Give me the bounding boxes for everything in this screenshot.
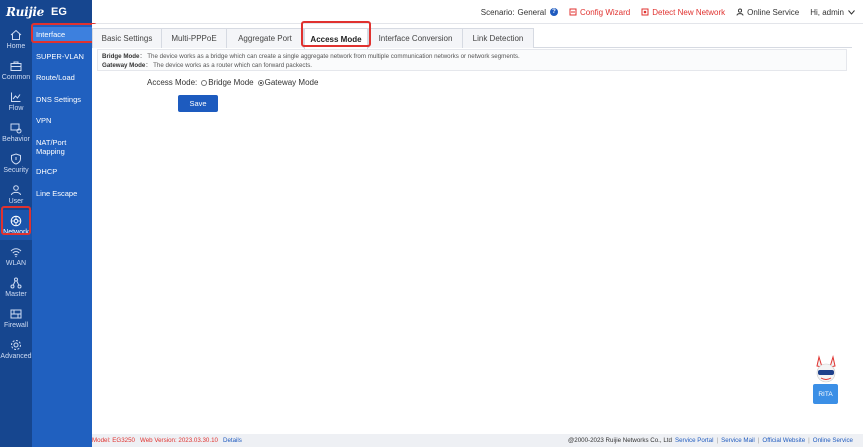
- tab-link-detection[interactable]: Link Detection: [462, 28, 534, 48]
- user-greeting: Hi, admin: [810, 7, 844, 17]
- rail-item-behavior[interactable]: Behavior: [0, 117, 32, 147]
- footer-links: @2000-2023 Ruijie Networks Co., Ltd Serv…: [567, 437, 853, 444]
- detect-network-link[interactable]: Detect New Network: [641, 8, 725, 17]
- rail-label: Advanced: [0, 352, 32, 360]
- model-info: Model: EG3250: [92, 437, 135, 444]
- tab-basic-settings[interactable]: Basic Settings: [92, 28, 162, 48]
- gateway-mode-title: Gateway Mode: [102, 62, 146, 69]
- main-panel: Basic Settings Multi-PPPoE Aggregate Por…: [92, 24, 863, 434]
- access-mode-label: Access Mode:: [147, 78, 198, 87]
- wizard-icon: [569, 8, 577, 16]
- web-version: Web Version: 2023.03.30.10: [140, 437, 218, 444]
- gateway-mode-text: The device works as a router which can f…: [153, 62, 313, 69]
- access-mode-row: Access Mode: Bridge Mode Gateway Mode: [147, 78, 318, 87]
- online-service-label: Online Service: [747, 7, 800, 17]
- config-wizard-link[interactable]: Config Wizard: [569, 8, 630, 17]
- online-service-link[interactable]: Online Service: [736, 8, 799, 17]
- interface-highlight-box: [31, 23, 97, 43]
- person-icon: [736, 8, 744, 16]
- save-button[interactable]: Save: [178, 95, 218, 112]
- home-icon: [10, 29, 22, 40]
- behavior-icon: [10, 123, 22, 133]
- scenario-label: Scenario:: [480, 7, 515, 17]
- rail-item-advanced[interactable]: Advanced: [0, 334, 32, 364]
- rail-item-home[interactable]: Home: [0, 24, 32, 54]
- submenu-item-route-load[interactable]: Route/Load: [32, 73, 92, 82]
- tab-interface-conversion[interactable]: Interface Conversion: [368, 28, 463, 48]
- rail-label: Home: [6, 42, 26, 50]
- submenu-item-super-vlan[interactable]: SUPER-VLAN: [32, 52, 92, 61]
- submenu-item-nat-port-mapping[interactable]: NAT/Port Mapping: [32, 138, 76, 156]
- official-website-link[interactable]: Official Website: [762, 437, 805, 444]
- tab-aggregate-port[interactable]: Aggregate Port: [226, 28, 304, 48]
- gear-icon: [11, 339, 21, 350]
- bridge-mode-title: Bridge Mode: [102, 53, 140, 60]
- gateway-mode-option[interactable]: Gateway Mode: [265, 78, 319, 87]
- rail-label: User: [8, 197, 24, 205]
- brand-logo: Ruijie: [6, 5, 44, 19]
- bridge-mode-text: The device works as a bridge which can c…: [147, 53, 520, 60]
- gateway-mode-radio[interactable]: [257, 79, 264, 86]
- tab-bar: Basic Settings Multi-PPPoE Aggregate Por…: [92, 28, 852, 49]
- scenario-value: General: [517, 7, 546, 17]
- details-link[interactable]: Details: [223, 437, 242, 444]
- wifi-icon: [10, 247, 22, 257]
- copyright: @2000-2023 Ruijie Networks Co., Ltd: [567, 437, 672, 444]
- shield-icon: [11, 152, 21, 165]
- rail-label: Master: [5, 290, 27, 298]
- submenu-item-vpn[interactable]: VPN: [32, 116, 92, 125]
- sub-menu: Interface SUPER-VLAN Route/Load DNS Sett…: [32, 24, 92, 447]
- rita-badge[interactable]: RITA: [813, 384, 838, 404]
- service-mail-link[interactable]: Service Mail: [721, 437, 755, 444]
- logo: Ruijie EG: [0, 0, 92, 24]
- config-wizard-label: Config Wizard: [580, 7, 631, 17]
- rail-item-user[interactable]: User: [0, 179, 32, 209]
- chevron-down-icon: [848, 9, 855, 15]
- rail-item-master[interactable]: Master: [0, 272, 32, 302]
- rail-label: WLAN: [5, 259, 27, 267]
- rail-item-wlan[interactable]: WLAN: [0, 241, 32, 271]
- submenu-item-dhcp[interactable]: DHCP: [32, 167, 92, 176]
- briefcase-icon: [10, 61, 22, 71]
- scenario-selector[interactable]: Scenario: General ?: [481, 8, 558, 17]
- submenu-item-dns-settings[interactable]: DNS Settings: [32, 95, 92, 104]
- user-icon: [11, 184, 21, 195]
- gateway-mode-desc: Gateway Mode： The device works as a rout…: [102, 62, 313, 69]
- rail-label: Flow: [8, 104, 24, 112]
- service-portal-link[interactable]: Service Portal: [675, 437, 714, 444]
- network-highlight-box: [1, 206, 31, 235]
- tab-multi-pppoe[interactable]: Multi-PPPoE: [161, 28, 227, 48]
- chart-icon: [11, 92, 21, 102]
- rail-label: Security: [3, 166, 29, 174]
- rail-item-security[interactable]: Security: [0, 148, 32, 178]
- product-name: EG: [51, 6, 67, 18]
- rail-item-common[interactable]: Common: [0, 55, 32, 85]
- mode-description: Bridge Mode： The device works as a bridg…: [97, 49, 847, 71]
- top-bar: Ruijie EG Scenario: General ? Config Wiz…: [0, 0, 863, 24]
- footer: Model: EG3250 Web Version: 2023.03.30.10…: [92, 434, 863, 447]
- rail-item-flow[interactable]: Flow: [0, 86, 32, 116]
- rail-label: Firewall: [3, 321, 29, 329]
- bridge-mode-desc: Bridge Mode： The device works as a bridg…: [102, 53, 520, 60]
- rail-label: Common: [1, 73, 31, 81]
- firewall-icon: [10, 309, 22, 318]
- help-icon[interactable]: ?: [550, 8, 558, 16]
- nav-rail: Home Common Flow Behavior Security User …: [0, 24, 32, 447]
- topology-icon: [10, 277, 22, 288]
- online-service-footer-link[interactable]: Online Service: [813, 437, 853, 444]
- bridge-mode-option[interactable]: Bridge Mode: [208, 78, 253, 87]
- submenu-item-line-escape[interactable]: Line Escape: [32, 189, 92, 198]
- rail-label: Behavior: [2, 135, 30, 143]
- user-menu[interactable]: Hi, admin: [810, 8, 855, 17]
- detect-icon: [641, 8, 649, 16]
- bridge-mode-radio[interactable]: [201, 79, 208, 86]
- access-mode-highlight-box: [301, 21, 371, 47]
- rail-item-firewall[interactable]: Firewall: [0, 303, 32, 333]
- detect-network-label: Detect New Network: [652, 7, 726, 17]
